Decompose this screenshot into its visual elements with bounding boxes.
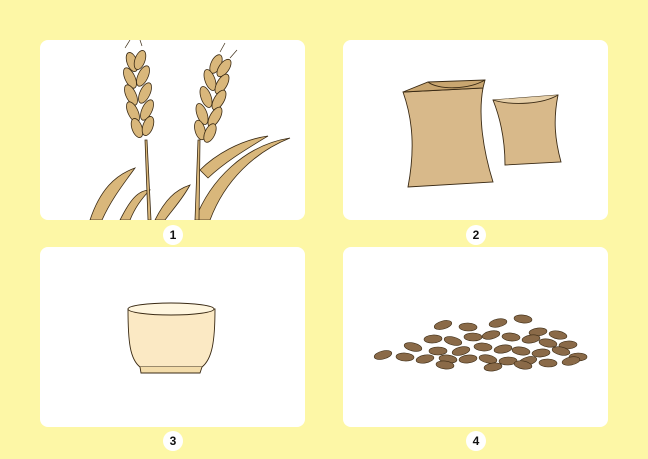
wheat-stalks-icon [89, 40, 291, 220]
grain [423, 334, 443, 344]
bowl-icon [127, 302, 216, 374]
card-bowl [40, 247, 305, 427]
grain [458, 322, 478, 332]
grain [493, 344, 513, 354]
card-number-3: 3 [163, 431, 183, 451]
grain [538, 358, 558, 368]
grain [561, 356, 581, 366]
grain [501, 332, 521, 342]
grains-icon [373, 314, 588, 372]
grain [511, 346, 531, 356]
grain [433, 320, 453, 330]
grain [538, 338, 558, 348]
grain [531, 348, 551, 358]
grain [458, 354, 478, 364]
grain [395, 352, 415, 362]
card-number-4: 4 [466, 431, 486, 451]
grain [373, 350, 393, 360]
grain [443, 336, 463, 346]
grain [521, 334, 541, 344]
grain [403, 342, 423, 352]
grain [473, 342, 493, 352]
card-sacks [343, 40, 608, 220]
card-number-1: 1 [163, 225, 183, 245]
grain [483, 362, 503, 372]
grain [548, 330, 568, 340]
grain [428, 346, 448, 356]
grain [463, 332, 483, 342]
card-number-2: 2 [466, 225, 486, 245]
grain [481, 330, 501, 340]
grain [415, 354, 435, 364]
card-grains [343, 247, 608, 427]
card-wheat [40, 40, 305, 220]
grain [488, 318, 508, 328]
flour-sacks-icon [402, 79, 562, 188]
grain [513, 314, 533, 324]
